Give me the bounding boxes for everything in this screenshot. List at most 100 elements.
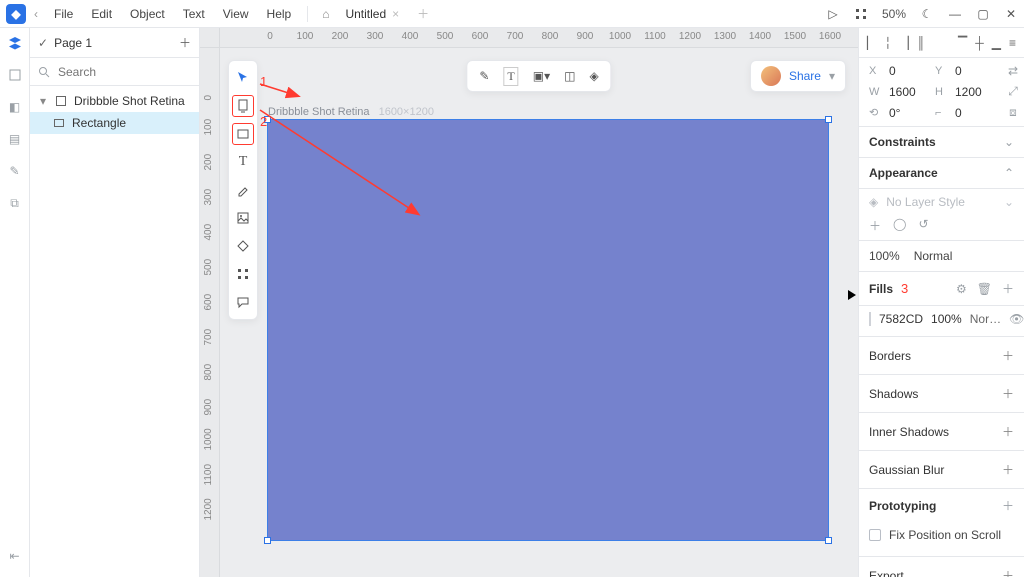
maximize-icon[interactable]: ▢ [976,7,990,21]
chevron-down-icon[interactable]: ⌄ [1004,135,1014,149]
move-tool[interactable] [232,67,254,89]
share-button[interactable]: Share [789,69,821,83]
align-justify-icon[interactable]: ║ [917,36,926,50]
collapse-rail-icon[interactable]: ⇤ [6,547,24,565]
align-top-icon[interactable]: ▔ [958,36,967,50]
artboard-tool[interactable] [232,95,254,117]
menu-text[interactable]: Text [175,3,213,25]
inner-shadows-section[interactable]: Inner Shadows＋ [859,413,1024,451]
theme-icon[interactable]: ☾ [920,7,934,21]
eye-icon[interactable]: 👁 [1009,312,1024,326]
close-tab-icon[interactable]: × [392,7,399,21]
rectangle-tool[interactable] [232,123,254,145]
search-input[interactable] [56,64,215,80]
window-close-icon[interactable]: ✕ [1004,7,1018,21]
reset-style-icon[interactable]: ↺ [918,217,928,234]
stage[interactable]: T ✎ T ▣▾ [220,48,858,577]
image-tool[interactable] [232,207,254,229]
artboard-rectangle[interactable] [268,120,828,540]
align-v-center-icon[interactable]: ┼ [975,36,984,50]
assets-icon[interactable]: ▤ [6,130,24,148]
add-export-icon[interactable]: ＋ [1002,567,1014,577]
home-icon[interactable]: ⌂ [316,7,335,21]
text-options-icon[interactable]: T [503,67,518,86]
menu-edit[interactable]: Edit [83,3,120,25]
corner-radius[interactable]: 0 [955,106,995,120]
pos-y[interactable]: 0 [955,64,995,78]
fill-opacity[interactable]: 100% [931,312,962,326]
zoom-level[interactable]: 50% [882,7,906,21]
constraints-header[interactable]: Constraints ⌄ [859,127,1024,158]
menu-file[interactable]: File [46,3,81,25]
comment-tool[interactable] [232,291,254,313]
shadows-section[interactable]: Shadows＋ [859,375,1024,413]
add-blur-icon[interactable]: ＋ [1002,461,1014,478]
flow-icon[interactable]: ⧉ [6,194,24,212]
align-left-icon[interactable]: ▏ [867,36,876,50]
text-tool[interactable]: T [232,151,254,173]
fill-options-icon[interactable]: ⚙ [956,282,967,296]
add-fill-icon[interactable]: ＋ [1002,280,1014,297]
add-inner-shadow-icon[interactable]: ＋ [1002,423,1014,440]
menu-view[interactable]: View [215,3,257,25]
fill-row[interactable]: 7582CD 100% Nor… 👁 [859,306,1024,337]
add-page-icon[interactable]: ＋ [179,34,191,51]
layer-style-select[interactable]: ◈ No Layer Style ⌄ [869,195,1014,209]
paint-icon[interactable]: ✎ [6,162,24,180]
minimize-icon[interactable]: — [948,7,962,21]
size-w[interactable]: 1600 [889,85,929,99]
layout-grid-tool[interactable] [232,263,254,285]
size-h[interactable]: 1200 [955,85,995,99]
delete-fill-icon[interactable]: 🗑 [977,282,992,296]
blend-mode[interactable]: Normal [914,249,953,263]
align-h-center-icon[interactable]: ╎ [884,36,891,50]
rotation[interactable]: 0° [889,106,929,120]
boolean-ops-icon[interactable]: ▣▾ [533,69,550,83]
layer-row-rectangle[interactable]: Rectangle [30,112,199,134]
add-border-icon[interactable]: ＋ [1002,347,1014,364]
radius-options-icon[interactable]: ⧈ [1009,105,1017,120]
menu-object[interactable]: Object [122,3,173,25]
share-pill[interactable]: Share ▾ [750,60,846,92]
back-icon[interactable]: ‹ [28,7,44,21]
add-tab-icon[interactable]: ＋ [409,5,437,22]
borders-section[interactable]: Borders＋ [859,337,1024,375]
prototyping-header[interactable]: Prototyping ＋ [859,489,1024,522]
app-icon[interactable]: ◆ [6,4,26,24]
sync-style-icon[interactable]: ◯ [893,217,906,234]
add-shadow-icon[interactable]: ＋ [1002,385,1014,402]
menu-help[interactable]: Help [259,3,300,25]
page-row[interactable]: ✓ Page 1 ＋ [30,28,199,58]
fill-swatch[interactable] [869,312,871,326]
chevron-up-icon[interactable]: ⌃ [1004,166,1014,180]
distribute-icon[interactable]: ≡ [1009,36,1016,50]
pen-tool[interactable] [232,179,254,201]
disclosure-icon[interactable]: ▾ [38,94,48,108]
appearance-header[interactable]: Appearance ⌃ [859,158,1024,189]
fill-hex[interactable]: 7582CD [879,312,923,326]
canvas[interactable]: 0 100 200 300 400 500 600 700 800 900 10… [200,28,858,577]
checkbox-box[interactable] [869,529,881,541]
mask-icon[interactable]: ◫ [564,69,575,83]
resize-handle-tr[interactable] [825,116,832,123]
create-component-icon[interactable]: ◈ [589,69,598,83]
layers-icon[interactable] [6,34,24,52]
resize-handle-br[interactable] [825,537,832,544]
artboard-row[interactable]: ▾ Dribbble Shot Retina [30,90,199,112]
add-interaction-icon[interactable]: ＋ [1002,497,1014,514]
edit-shape-icon[interactable]: ✎ [479,69,489,83]
styles-icon[interactable]: ◧ [6,98,24,116]
opacity-value[interactable]: 100% [869,249,900,263]
play-icon[interactable]: ▷ [826,7,840,21]
artboard-label[interactable]: Dribbble Shot Retina 1600×1200 [268,106,434,118]
components-icon[interactable] [6,66,24,84]
pos-x[interactable]: 0 [889,64,929,78]
swap-xy-icon[interactable]: ⇄ [1008,64,1018,78]
chevron-down-icon[interactable]: ⌄ [1004,195,1014,209]
export-section[interactable]: Export＋ [859,557,1024,577]
blur-section[interactable]: Gaussian Blur＋ [859,451,1024,489]
resize-handle-bl[interactable] [264,537,271,544]
fill-blend-mode[interactable]: Nor… [970,312,1001,326]
fix-position-checkbox[interactable]: Fix Position on Scroll [869,528,1001,542]
share-chevron-icon[interactable]: ▾ [829,69,835,83]
